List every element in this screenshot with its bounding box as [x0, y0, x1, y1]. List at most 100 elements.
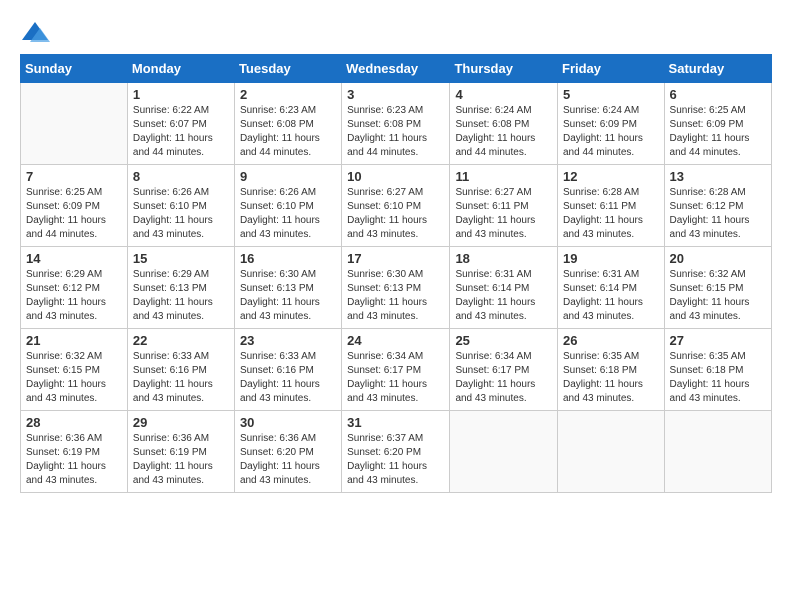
col-tuesday: Tuesday: [234, 55, 341, 83]
day-number: 17: [347, 251, 444, 266]
calendar-day-cell: 30 Sunrise: 6:36 AMSunset: 6:20 PMDayligh…: [234, 411, 341, 493]
day-number: 11: [455, 169, 552, 184]
day-info: Sunrise: 6:24 AMSunset: 6:09 PMDaylight:…: [563, 104, 659, 160]
day-number: 24: [347, 333, 444, 348]
calendar-week-row: 1Sunrise: 6:22 AMSunset: 6:07 PMDaylight…: [21, 83, 772, 165]
day-number: 8: [133, 169, 229, 184]
calendar-day-cell: [558, 411, 665, 493]
day-info: Sunrise: 6:34 AMSunset: 6:17 PMDaylight:…: [347, 350, 444, 406]
calendar-day-cell: 19 Sunrise: 6:31 AMSunset: 6:14 PMDayligh…: [558, 247, 665, 329]
calendar-day-cell: 13 Sunrise: 6:28 AMSunset: 6:12 PMDayligh…: [664, 165, 771, 247]
calendar-day-cell: 20 Sunrise: 6:32 AMSunset: 6:15 PMDayligh…: [664, 247, 771, 329]
col-friday: Friday: [558, 55, 665, 83]
day-number: 21: [26, 333, 122, 348]
day-number: 12: [563, 169, 659, 184]
calendar-day-cell: 26 Sunrise: 6:35 AMSunset: 6:18 PMDayligh…: [558, 329, 665, 411]
col-sunday: Sunday: [21, 55, 128, 83]
calendar-day-cell: 17Sunrise: 6:30 AMSunset: 6:13 PMDayligh…: [342, 247, 450, 329]
calendar-day-cell: [664, 411, 771, 493]
day-number: 16: [240, 251, 336, 266]
day-number: 27: [670, 333, 766, 348]
calendar-week-row: 28 Sunrise: 6:36 AMSunset: 6:19 PMDayligh…: [21, 411, 772, 493]
calendar-week-row: 21 Sunrise: 6:32 AMSunset: 6:15 PMDayligh…: [21, 329, 772, 411]
day-number: 29: [133, 415, 229, 430]
day-number: 31: [347, 415, 444, 430]
day-info: Sunrise: 6:28 AMSunset: 6:12 PMDaylight:…: [670, 186, 766, 242]
day-info: Sunrise: 6:25 AMSunset: 6:09 PMDaylight:…: [670, 104, 766, 160]
day-info: Sunrise: 6:29 AMSunset: 6:12 PMDaylight:…: [26, 268, 122, 324]
calendar-day-cell: 6 Sunrise: 6:25 AMSunset: 6:09 PMDaylight…: [664, 83, 771, 165]
calendar-day-cell: 25 Sunrise: 6:34 AMSunset: 6:17 PMDayligh…: [450, 329, 558, 411]
col-wednesday: Wednesday: [342, 55, 450, 83]
day-info: Sunrise: 6:35 AMSunset: 6:18 PMDaylight:…: [670, 350, 766, 406]
day-info: Sunrise: 6:35 AMSunset: 6:18 PMDaylight:…: [563, 350, 659, 406]
day-number: 5: [563, 87, 659, 102]
day-number: 20: [670, 251, 766, 266]
day-number: 15: [133, 251, 229, 266]
day-info: Sunrise: 6:30 AMSunset: 6:13 PMDaylight:…: [240, 268, 336, 324]
day-info: Sunrise: 6:36 AMSunset: 6:20 PMDaylight:…: [240, 432, 336, 488]
day-number: 6: [670, 87, 766, 102]
day-number: 26: [563, 333, 659, 348]
day-info: Sunrise: 6:33 AMSunset: 6:16 PMDaylight:…: [240, 350, 336, 406]
calendar-day-cell: 4 Sunrise: 6:24 AMSunset: 6:08 PMDaylight…: [450, 83, 558, 165]
day-info: Sunrise: 6:32 AMSunset: 6:15 PMDaylight:…: [670, 268, 766, 324]
col-monday: Monday: [127, 55, 234, 83]
day-info: Sunrise: 6:27 AMSunset: 6:10 PMDaylight:…: [347, 186, 444, 242]
calendar-day-cell: 22Sunrise: 6:33 AMSunset: 6:16 PMDayligh…: [127, 329, 234, 411]
day-info: Sunrise: 6:32 AMSunset: 6:15 PMDaylight:…: [26, 350, 122, 406]
calendar-day-cell: 11 Sunrise: 6:27 AMSunset: 6:11 PMDayligh…: [450, 165, 558, 247]
day-number: 30: [240, 415, 336, 430]
calendar-day-cell: [21, 83, 128, 165]
day-info: Sunrise: 6:27 AMSunset: 6:11 PMDaylight:…: [455, 186, 552, 242]
day-info: Sunrise: 6:22 AMSunset: 6:07 PMDaylight:…: [133, 104, 229, 160]
calendar-day-cell: 29 Sunrise: 6:36 AMSunset: 6:19 PMDayligh…: [127, 411, 234, 493]
day-number: 25: [455, 333, 552, 348]
calendar-day-cell: 21 Sunrise: 6:32 AMSunset: 6:15 PMDayligh…: [21, 329, 128, 411]
calendar-day-cell: 8 Sunrise: 6:26 AMSunset: 6:10 PMDaylight…: [127, 165, 234, 247]
day-info: Sunrise: 6:31 AMSunset: 6:14 PMDaylight:…: [455, 268, 552, 324]
day-number: 9: [240, 169, 336, 184]
day-info: Sunrise: 6:36 AMSunset: 6:19 PMDaylight:…: [133, 432, 229, 488]
col-saturday: Saturday: [664, 55, 771, 83]
col-thursday: Thursday: [450, 55, 558, 83]
logo: [20, 20, 54, 44]
day-info: Sunrise: 6:37 AMSunset: 6:20 PMDaylight:…: [347, 432, 444, 488]
day-number: 23: [240, 333, 336, 348]
day-number: 13: [670, 169, 766, 184]
day-number: 3: [347, 87, 444, 102]
calendar-day-cell: 14 Sunrise: 6:29 AMSunset: 6:12 PMDayligh…: [21, 247, 128, 329]
calendar-table: Sunday Monday Tuesday Wednesday Thursday…: [20, 54, 772, 493]
calendar-day-cell: 3 Sunrise: 6:23 AMSunset: 6:08 PMDaylight…: [342, 83, 450, 165]
day-info: Sunrise: 6:28 AMSunset: 6:11 PMDaylight:…: [563, 186, 659, 242]
calendar-day-cell: 10 Sunrise: 6:27 AMSunset: 6:10 PMDayligh…: [342, 165, 450, 247]
calendar-header-row: Sunday Monday Tuesday Wednesday Thursday…: [21, 55, 772, 83]
day-info: Sunrise: 6:26 AMSunset: 6:10 PMDaylight:…: [133, 186, 229, 242]
day-info: Sunrise: 6:31 AMSunset: 6:14 PMDaylight:…: [563, 268, 659, 324]
calendar-day-cell: 5 Sunrise: 6:24 AMSunset: 6:09 PMDaylight…: [558, 83, 665, 165]
day-number: 18: [455, 251, 552, 266]
calendar-day-cell: 24 Sunrise: 6:34 AMSunset: 6:17 PMDayligh…: [342, 329, 450, 411]
day-number: 7: [26, 169, 122, 184]
calendar-day-cell: 2 Sunrise: 6:23 AMSunset: 6:08 PMDaylight…: [234, 83, 341, 165]
calendar-day-cell: 23 Sunrise: 6:33 AMSunset: 6:16 PMDayligh…: [234, 329, 341, 411]
day-info: Sunrise: 6:23 AMSunset: 6:08 PMDaylight:…: [347, 104, 444, 160]
day-number: 19: [563, 251, 659, 266]
day-info: Sunrise: 6:24 AMSunset: 6:08 PMDaylight:…: [455, 104, 552, 160]
day-number: 28: [26, 415, 122, 430]
day-info: Sunrise: 6:23 AMSunset: 6:08 PMDaylight:…: [240, 104, 336, 160]
day-number: 14: [26, 251, 122, 266]
day-info: Sunrise: 6:34 AMSunset: 6:17 PMDaylight:…: [455, 350, 552, 406]
day-number: 4: [455, 87, 552, 102]
calendar-day-cell: 27 Sunrise: 6:35 AMSunset: 6:18 PMDayligh…: [664, 329, 771, 411]
calendar-day-cell: 31 Sunrise: 6:37 AMSunset: 6:20 PMDayligh…: [342, 411, 450, 493]
calendar-day-cell: 28Sunrise: 6:36 AMSunset: 6:19 PMDayligh…: [21, 411, 128, 493]
calendar-week-row: 7Sunrise: 6:25 AMSunset: 6:09 PMDaylight…: [21, 165, 772, 247]
day-info: Sunrise: 6:33 AMSunset: 6:16 PMDaylight:…: [133, 350, 229, 406]
calendar-week-row: 14 Sunrise: 6:29 AMSunset: 6:12 PMDayligh…: [21, 247, 772, 329]
day-number: 10: [347, 169, 444, 184]
logo-icon: [20, 20, 50, 44]
calendar-day-cell: 12 Sunrise: 6:28 AMSunset: 6:11 PMDayligh…: [558, 165, 665, 247]
day-number: 2: [240, 87, 336, 102]
calendar-day-cell: 18 Sunrise: 6:31 AMSunset: 6:14 PMDayligh…: [450, 247, 558, 329]
